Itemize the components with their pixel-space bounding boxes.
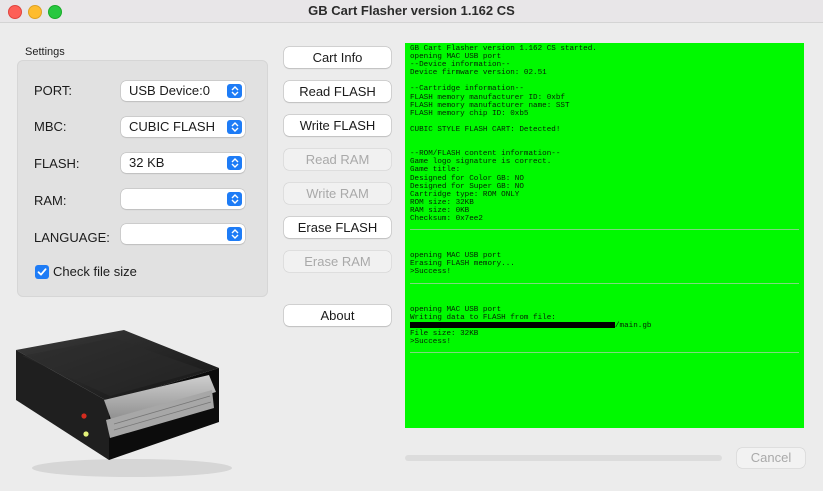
log-line: Game title: <box>410 166 461 175</box>
log-line: Device firmware version: 02.51 <box>410 69 547 78</box>
log-line: opening MAC USB port <box>410 252 502 261</box>
log-line: >Success! <box>410 268 452 277</box>
mbc-select-value: CUBIC FLASH <box>129 119 215 134</box>
ram-label: RAM: <box>34 193 67 208</box>
about-button[interactable]: About <box>284 305 391 326</box>
flash-label: FLASH: <box>34 156 80 171</box>
port-label: PORT: <box>34 83 73 98</box>
log-line: Designed for Super GB: NO <box>410 182 524 191</box>
log-line: FLASH memory manufacturer ID: 0xbf <box>410 93 565 102</box>
log-line: Designed for Color GB: NO <box>410 174 524 183</box>
log-line: Checksum: 0x7ee2 <box>410 214 483 223</box>
log-separator <box>410 282 799 284</box>
flash-size-select[interactable]: 32 KB <box>121 153 245 173</box>
log-line: opening MAC USB port <box>410 53 502 62</box>
log-block-erase: opening MAC USB port Erasing FLASH memory… <box>410 252 799 276</box>
log-line: Game logo signature is correct. <box>410 158 552 167</box>
cancel-button[interactable]: Cancel <box>737 448 805 468</box>
log-line: opening MAC USB port <box>410 305 502 314</box>
log-line: >Success! <box>410 338 452 347</box>
log-line: RAM size: 0KB <box>410 206 470 215</box>
log-line: File size: 32KB <box>410 330 479 338</box>
mbc-label: MBC: <box>34 119 67 134</box>
log-line: --Device information-- <box>410 61 511 70</box>
chevron-updown-icon <box>227 120 242 134</box>
log-block-cart-info: GB Cart Flasher version 1.162 CS started… <box>410 45 799 223</box>
log-line: --Cartridge information-- <box>410 85 524 94</box>
log-line: Cartridge type: ROM ONLY <box>410 190 520 199</box>
log-console: GB Cart Flasher version 1.162 CS started… <box>405 43 804 428</box>
checkmark-icon <box>37 268 47 276</box>
write-flash-button[interactable]: Write FLASH <box>284 115 391 136</box>
settings-group-label: Settings <box>25 46 65 58</box>
log-line: --ROM/FLASH content information-- <box>410 150 561 159</box>
log-block-write-result: File size: 32KB >Success! <box>410 330 799 346</box>
ram-size-select[interactable] <box>121 189 245 209</box>
log-separator <box>410 229 799 231</box>
port-select-value: USB Device:0 <box>129 83 210 98</box>
language-select[interactable] <box>121 224 245 244</box>
window-title: GB Cart Flasher version 1.162 CS <box>308 3 515 18</box>
log-line: Writing data to FLASH from file: <box>410 313 556 322</box>
check-file-size-label[interactable]: Check file size <box>53 264 137 279</box>
progress-bar <box>405 455 722 461</box>
language-label: LANGUAGE: <box>34 230 110 245</box>
check-file-size-checkbox[interactable] <box>35 265 49 279</box>
redacted-path <box>410 321 615 328</box>
read-ram-button[interactable]: Read RAM <box>284 149 391 170</box>
log-line: CUBIC STYLE FLASH CART: Detected! <box>410 125 561 134</box>
title-bar: GB Cart Flasher version 1.162 CS <box>0 0 823 23</box>
read-flash-button[interactable]: Read FLASH <box>284 81 391 102</box>
log-line: GB Cart Flasher version 1.162 CS started… <box>410 45 597 53</box>
erase-flash-button[interactable]: Erase FLASH <box>284 217 391 238</box>
log-line: FLASH memory chip ID: 0xb5 <box>410 109 529 118</box>
erase-ram-button[interactable]: Erase RAM <box>284 251 391 272</box>
cart-flasher-device-image <box>14 330 239 480</box>
flash-size-select-value: 32 KB <box>129 155 165 170</box>
log-block-write: opening MAC USB port Writing data to FLAS… <box>410 306 799 322</box>
chevron-updown-icon <box>227 227 242 241</box>
cart-info-button[interactable]: Cart Info <box>284 47 391 68</box>
mbc-select[interactable]: CUBIC FLASH <box>121 117 245 137</box>
write-ram-button[interactable]: Write RAM <box>284 183 391 204</box>
chevron-updown-icon <box>227 192 242 206</box>
log-line: FLASH memory manufacturer name: SST <box>410 101 570 110</box>
log-line: ROM size: 32KB <box>410 198 474 207</box>
port-select[interactable]: USB Device:0 <box>121 81 245 101</box>
log-line-file-path: /main.gb <box>410 321 799 330</box>
log-line: Erasing FLASH memory... <box>410 260 515 269</box>
file-path-suffix: /main.gb <box>615 321 652 330</box>
log-separator <box>410 352 799 354</box>
chevron-updown-icon <box>227 156 242 170</box>
chevron-updown-icon <box>227 84 242 98</box>
